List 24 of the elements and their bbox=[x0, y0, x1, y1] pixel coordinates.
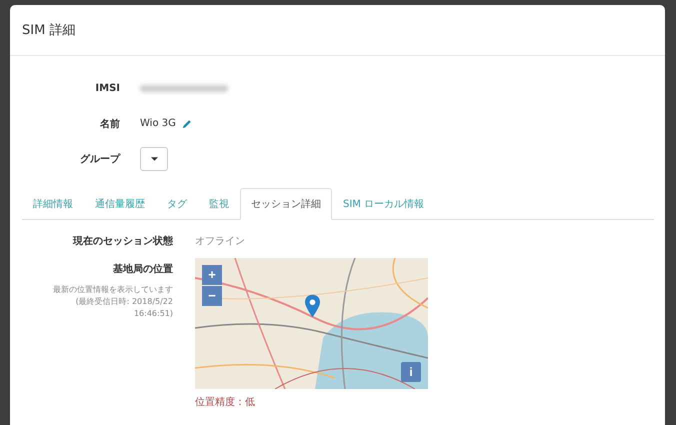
zoom-in-button[interactable]: + bbox=[202, 265, 222, 285]
field-value: Wio 3G bbox=[140, 118, 176, 129]
status-value: オフライン bbox=[195, 235, 245, 248]
accuracy-text: 位置精度：低 bbox=[195, 396, 256, 409]
location-label: 基地局の位置 bbox=[113, 262, 173, 276]
info-button[interactable]: i bbox=[401, 362, 421, 382]
modal-title: SIM 詳細 bbox=[22, 22, 76, 39]
map-pin-icon[interactable] bbox=[305, 294, 320, 318]
location-note: 最新の位置情報を表示しています bbox=[52, 284, 173, 296]
caret-icon bbox=[150, 156, 158, 160]
field-label: グループ bbox=[79, 152, 120, 166]
tab[interactable]: セッション詳細 bbox=[240, 188, 332, 220]
field-label: IMSI bbox=[94, 83, 120, 94]
status-label: 現在のセッション状態 bbox=[73, 234, 173, 248]
field-label: 名前 bbox=[99, 118, 120, 130]
tab[interactable]: 詳細情報 bbox=[22, 188, 84, 220]
tab[interactable]: 監視 bbox=[198, 188, 240, 220]
tab[interactable]: 通信量履歴 bbox=[84, 188, 156, 220]
received-time: (最終受信日時: 2018/5/22 16:46:51) bbox=[74, 296, 173, 320]
group-dropdown[interactable] bbox=[140, 146, 168, 170]
pencil-icon[interactable] bbox=[182, 118, 192, 128]
zoom-out-button[interactable]: − bbox=[202, 286, 222, 306]
tab[interactable]: SIM ローカル情報 bbox=[332, 188, 436, 220]
tab[interactable]: タグ bbox=[156, 188, 198, 220]
